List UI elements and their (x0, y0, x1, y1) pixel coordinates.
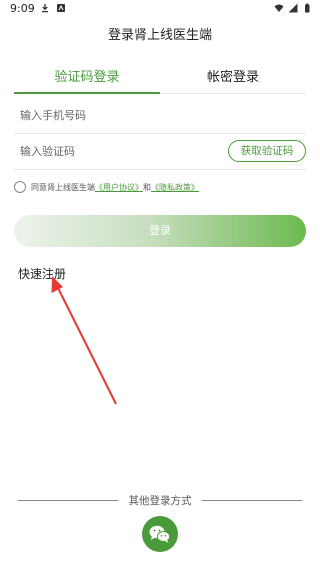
other-login-divider: 其他登录方式 (0, 492, 320, 508)
privacy-policy-link[interactable]: 《隐私政策》 (151, 182, 199, 193)
notification-icon (57, 4, 65, 12)
phone-input[interactable] (14, 98, 214, 132)
divider-line-right (202, 500, 302, 501)
divider-line-left (18, 500, 118, 501)
status-time: 9:09 (10, 2, 35, 15)
wechat-icon (149, 525, 171, 543)
code-field-row: 获取验证码 (14, 134, 306, 170)
other-login-label: 其他登录方式 (128, 495, 192, 507)
status-left-icons (40, 3, 66, 13)
login-tabs: 验证码登录 帐密登录 (14, 64, 306, 94)
wifi-icon (274, 4, 284, 12)
agreement-and: 和 (143, 182, 151, 192)
page-title: 登录肾上线医生端 (107, 28, 212, 43)
download-icon (42, 4, 48, 13)
agreement-prefix: 同意肾上线医生端 (31, 182, 95, 192)
signal-icon (288, 3, 298, 13)
battery-icon (305, 3, 310, 13)
quick-register-link[interactable]: 快速注册 (18, 265, 66, 282)
status-bar: 9:09 (0, 0, 320, 20)
user-agreement-link[interactable]: 《用户协议》 (95, 182, 143, 193)
login-button[interactable]: 登录 (14, 215, 306, 247)
verification-code-input[interactable] (14, 134, 214, 168)
wechat-login-button[interactable] (142, 516, 178, 552)
tab-password-login[interactable]: 帐密登录 (160, 64, 306, 94)
phone-field-row (14, 98, 306, 134)
agreement-row: 同意肾上线医生端 《用户协议》 和 《隐私政策》 (14, 179, 199, 195)
get-code-button[interactable]: 获取验证码 (228, 140, 306, 162)
status-right-icons (274, 3, 312, 13)
tab-code-login[interactable]: 验证码登录 (14, 64, 160, 94)
agreement-radio[interactable] (14, 181, 26, 193)
